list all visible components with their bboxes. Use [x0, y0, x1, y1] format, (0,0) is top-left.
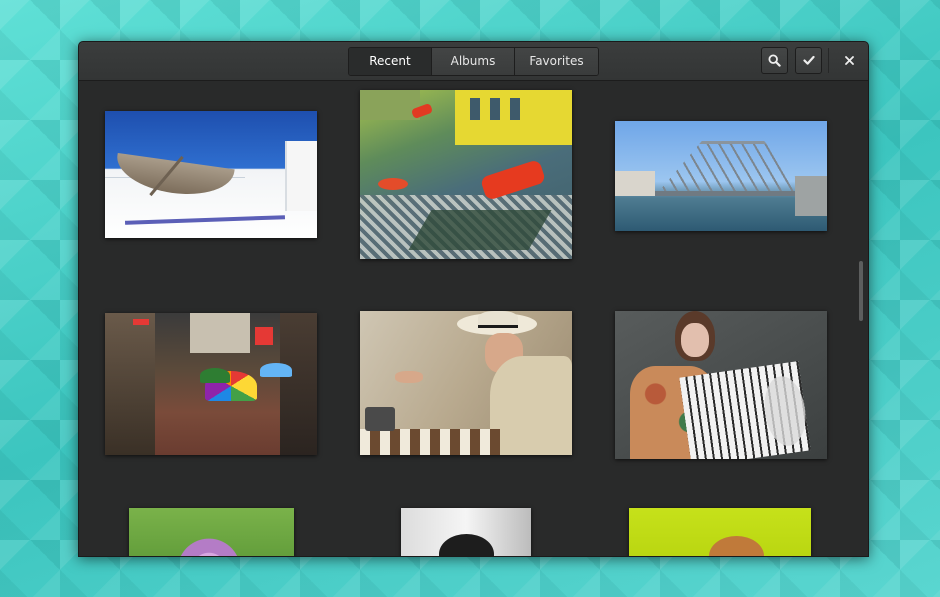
- photo-grid: [79, 81, 868, 556]
- tab-favorites[interactable]: Favorites: [515, 48, 598, 75]
- headerbar: Recent Albums Favorites: [79, 42, 868, 81]
- photo-thumbnail-flower[interactable]: [129, 508, 294, 556]
- photo-thumbnail-yellow-portrait[interactable]: [629, 508, 811, 556]
- search-icon: [768, 54, 781, 67]
- photo-thumbnail-umbrellas[interactable]: [105, 313, 317, 455]
- scrollbar-thumb[interactable]: [859, 261, 863, 321]
- headerbar-separator: [828, 48, 829, 73]
- tab-albums[interactable]: Albums: [432, 48, 515, 75]
- photos-window: Recent Albums Favorites: [78, 41, 869, 557]
- photo-thumbnail-boat[interactable]: [105, 111, 317, 238]
- photo-thumbnail-street-cars[interactable]: [360, 90, 572, 259]
- search-button[interactable]: [761, 47, 788, 74]
- close-button[interactable]: [838, 47, 860, 74]
- selection-mode-button[interactable]: [795, 47, 822, 74]
- tab-recent[interactable]: Recent: [349, 48, 432, 75]
- checkmark-icon: [802, 55, 815, 65]
- photo-thumbnail-bridge[interactable]: [615, 121, 827, 231]
- photo-thumbnail-portrait-bw[interactable]: [401, 508, 531, 556]
- view-switcher: Recent Albums Favorites: [348, 47, 599, 76]
- close-icon: [844, 56, 854, 65]
- photo-thumbnail-chess-player[interactable]: [360, 311, 572, 455]
- photo-thumbnail-accordion[interactable]: [615, 311, 827, 459]
